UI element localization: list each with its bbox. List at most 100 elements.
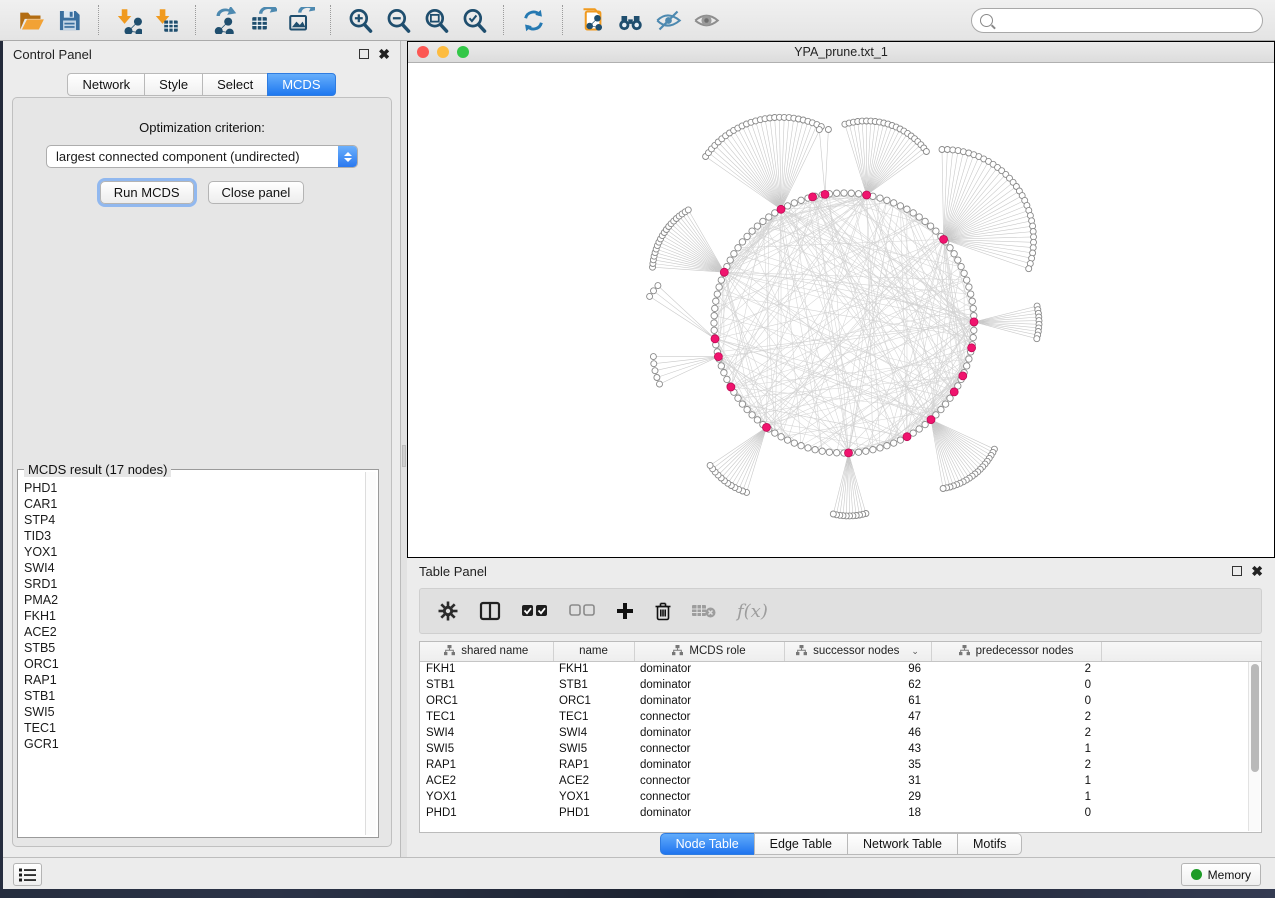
table-row[interactable]: ORC1ORC1dominator610 [420,693,1261,709]
mcds-result-item[interactable]: STB5 [24,640,364,656]
table-row[interactable]: SWI4SWI4dominator462 [420,725,1261,741]
table-panel: Table Panel ✖ f(x) shared namenameMCDS r… [407,558,1275,857]
control-panel-title: Control Panel [13,47,92,62]
network-view-titlebar[interactable]: YPA_prune.txt_1 [408,42,1274,63]
toolbar-separator [562,5,563,35]
network-canvas[interactable] [408,63,1274,557]
mcds-result-item[interactable]: PMA2 [24,592,364,608]
hide-details-icon[interactable] [649,3,687,37]
tab-motifs[interactable]: Motifs [957,833,1022,855]
network-view-title: YPA_prune.txt_1 [408,45,1274,59]
search-box[interactable] [971,8,1263,33]
function-builder-icon: f(x) [737,601,768,622]
export-table-icon[interactable] [244,3,282,37]
toolbar-separator [503,5,504,35]
search-icon [980,14,993,27]
gear-icon[interactable] [438,601,458,621]
import-table-icon[interactable] [147,3,185,37]
table-scrollbar[interactable] [1248,662,1260,831]
refresh-icon[interactable] [514,3,552,37]
optimization-criterion-label: Optimization criterion: [13,120,391,135]
mcds-result-item[interactable]: ORC1 [24,656,364,672]
mcds-result-item[interactable]: STB1 [24,688,364,704]
save-session-icon[interactable] [50,3,88,37]
column-header-name[interactable]: name [553,642,634,661]
search-input[interactable] [998,14,1262,28]
select-all-icon[interactable] [522,603,548,619]
select-stepper-icon [338,146,357,167]
mcds-result-item[interactable]: TID3 [24,528,364,544]
delete-table-icon [692,603,716,619]
mcds-result-item[interactable]: ACE2 [24,624,364,640]
table-row[interactable]: FKH1FKH1dominator962 [420,661,1261,677]
mcds-result-item[interactable]: FKH1 [24,608,364,624]
control-panel-tabs: NetworkStyleSelectMCDS [3,73,400,96]
column-header-MCDS-role[interactable]: MCDS role [634,642,784,661]
tab-mcds[interactable]: MCDS [267,73,335,96]
delete-column-icon[interactable] [655,602,671,621]
table-row[interactable]: RAP1RAP1dominator352 [420,757,1261,773]
add-column-icon[interactable] [616,602,634,620]
mcds-result-item[interactable]: STP4 [24,512,364,528]
show-details-icon[interactable] [687,3,725,37]
mcds-result-list[interactable]: PHD1CAR1STP4TID3YOX1SWI4SRD1PMA2FKH1ACE2… [24,480,364,833]
table-row[interactable]: YOX1YOX1connector291 [420,789,1261,805]
zoom-fit-icon[interactable] [417,3,455,37]
network-view-window: YPA_prune.txt_1 [407,41,1275,558]
table-row[interactable]: SWI5SWI5connector431 [420,741,1261,757]
close-table-panel-icon[interactable]: ✖ [1251,566,1263,576]
export-image-icon[interactable] [282,3,320,37]
mcds-result-item[interactable]: SRD1 [24,576,364,592]
zoom-out-icon[interactable] [379,3,417,37]
deselect-all-icon[interactable] [569,603,595,619]
export-network-icon[interactable] [206,3,244,37]
mcds-result-item[interactable]: CAR1 [24,496,364,512]
control-panel: Control Panel ✖ NetworkStyleSelectMCDS O… [3,41,401,857]
result-scrollbar[interactable] [365,472,376,835]
task-history-button[interactable] [13,863,42,886]
column-type-icon [672,645,683,658]
mcds-result-item[interactable]: TEC1 [24,720,364,736]
close-panel-button[interactable]: Close panel [208,181,305,204]
share-network-icon[interactable] [573,3,611,37]
tab-network[interactable]: Network [67,73,144,96]
toolbar-separator [330,5,331,35]
run-mcds-button[interactable]: Run MCDS [100,181,194,204]
column-type-icon [444,645,455,658]
table-tabs: Node TableEdge TableNetwork TableMotifs [407,833,1275,855]
float-panel-icon[interactable] [359,49,369,59]
table-toolbar: f(x) [419,588,1262,634]
tab-node-table[interactable]: Node Table [660,833,754,855]
tab-edge-table[interactable]: Edge Table [754,833,847,855]
table-row[interactable]: TEC1TEC1connector472 [420,709,1261,725]
network-graph[interactable] [408,63,1274,557]
column-header-filler[interactable] [1101,642,1261,661]
tab-network-table[interactable]: Network Table [847,833,957,855]
mcds-result-item[interactable]: GCR1 [24,736,364,752]
float-table-panel-icon[interactable] [1232,566,1242,576]
mcds-result-item[interactable]: PHD1 [24,480,364,496]
column-header-predecessor-nodes[interactable]: predecessor nodes [931,642,1101,661]
mcds-result-item[interactable]: SWI4 [24,560,364,576]
tab-select[interactable]: Select [202,73,267,96]
table-row[interactable]: ACE2ACE2connector311 [420,773,1261,789]
import-network-icon[interactable] [109,3,147,37]
column-header-shared-name[interactable]: shared name [420,642,553,661]
memory-status-icon [1191,869,1202,880]
table-row[interactable]: PHD1PHD1dominator180 [420,805,1261,821]
close-panel-icon[interactable]: ✖ [378,49,390,59]
search-network-icon[interactable] [611,3,649,37]
mcds-result-item[interactable]: YOX1 [24,544,364,560]
mcds-result-item[interactable]: SWI5 [24,704,364,720]
zoom-selected-icon[interactable] [455,3,493,37]
zoom-in-icon[interactable] [341,3,379,37]
split-columns-icon[interactable] [479,601,501,621]
open-file-icon[interactable] [12,3,50,37]
optimization-criterion-select[interactable]: largest connected component (undirected) [46,145,358,168]
memory-label: Memory [1208,868,1251,882]
tab-style[interactable]: Style [144,73,202,96]
memory-button[interactable]: Memory [1181,863,1261,886]
column-header-successor-nodes[interactable]: successor nodes⌄ [784,642,931,661]
mcds-result-item[interactable]: RAP1 [24,672,364,688]
table-row[interactable]: STB1STB1dominator620 [420,677,1261,693]
